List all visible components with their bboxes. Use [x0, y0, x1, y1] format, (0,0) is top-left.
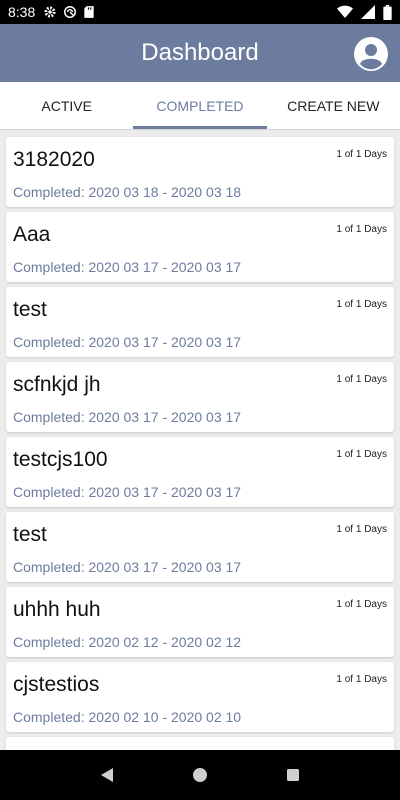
vpn-icon: [63, 5, 77, 19]
tab-active[interactable]: ACTIVE: [0, 82, 133, 129]
list-item[interactable]: testcjs100 1 of 1 Days Completed: 2020 0…: [6, 437, 394, 507]
item-completed-dates: Completed: 2020 02 12 - 2020 02 12: [13, 634, 242, 650]
item-completed-dates: Completed: 2020 03 17 - 2020 03 17: [13, 334, 242, 350]
item-days: 1 of 1 Days: [336, 224, 387, 235]
page-title: Dashboard: [141, 39, 259, 66]
item-completed-dates: Completed: 2020 03 17 - 2020 03 17: [13, 559, 242, 575]
status-bar: 8:38: [0, 0, 400, 24]
item-days: 1 of 1 Days: [336, 149, 387, 160]
back-icon[interactable]: [95, 763, 119, 787]
list-item[interactable]: scfnkjd jh 1 of 1 Days Completed: 2020 0…: [6, 362, 394, 432]
settings-icon: [43, 5, 57, 19]
account-icon[interactable]: [354, 37, 388, 71]
list-item[interactable]: Aaa 1 of 1 Days Completed: 2020 03 17 - …: [6, 212, 394, 282]
tab-create-new[interactable]: CREATE NEW: [267, 82, 400, 129]
item-days: 1 of 1 Days: [336, 374, 387, 385]
system-nav-bar: [0, 750, 400, 800]
item-days: 1 of 1 Days: [336, 599, 387, 610]
item-name: test: [13, 298, 47, 321]
list-item[interactable]: test 1 of 1 Days Completed: 2020 03 17 -…: [6, 287, 394, 357]
item-name: uhhh huh: [13, 598, 101, 621]
wifi-icon: [337, 5, 353, 19]
item-completed-dates: Completed: 2020 03 18 - 2020 03 18: [13, 184, 242, 200]
list-item[interactable]: cjstestios 1 of 1 Days Completed: 2020 0…: [6, 662, 394, 732]
list-item[interactable]: test 1 of 1 Days Completed: 2020 03 17 -…: [6, 512, 394, 582]
item-days: 1 of 1 Days: [336, 524, 387, 535]
item-completed-dates: Completed: 2020 03 17 - 2020 03 17: [13, 259, 242, 275]
item-days: 1 of 1 Days: [336, 674, 387, 685]
list-item[interactable]: 3182020 1 of 1 Days Completed: 2020 03 1…: [6, 137, 394, 207]
item-name: scfnkjd jh: [13, 373, 101, 396]
list-item[interactable]: uhhh huh 1 of 1 Days Completed: 2020 02 …: [6, 587, 394, 657]
item-name: cjstestios: [13, 673, 100, 696]
home-icon[interactable]: [188, 763, 212, 787]
item-name: Aaa: [13, 223, 51, 246]
item-completed-dates: Completed: 2020 02 10 - 2020 02 10: [13, 709, 242, 725]
sd-card-icon: [83, 5, 95, 19]
battery-icon: [383, 4, 392, 20]
item-name: test: [13, 523, 47, 546]
item-completed-dates: Completed: 2020 03 17 - 2020 03 17: [13, 484, 242, 500]
tab-completed[interactable]: COMPLETED: [133, 82, 267, 129]
item-name: 3182020: [13, 148, 95, 171]
signal-icon: [361, 5, 375, 19]
item-name: testcjs100: [13, 448, 108, 471]
item-days: 1 of 1 Days: [336, 299, 387, 310]
completed-list[interactable]: 3182020 1 of 1 Days Completed: 2020 03 1…: [0, 131, 400, 750]
item-completed-dates: Completed: 2020 03 17 - 2020 03 17: [13, 409, 242, 425]
status-time: 8:38: [8, 4, 36, 20]
item-days: 1 of 1 Days: [336, 449, 387, 460]
list-item-partial[interactable]: [6, 737, 394, 750]
recents-icon[interactable]: [281, 763, 305, 787]
tab-bar: ACTIVE COMPLETED CREATE NEW: [0, 82, 400, 130]
app-bar: Dashboard: [0, 24, 400, 82]
